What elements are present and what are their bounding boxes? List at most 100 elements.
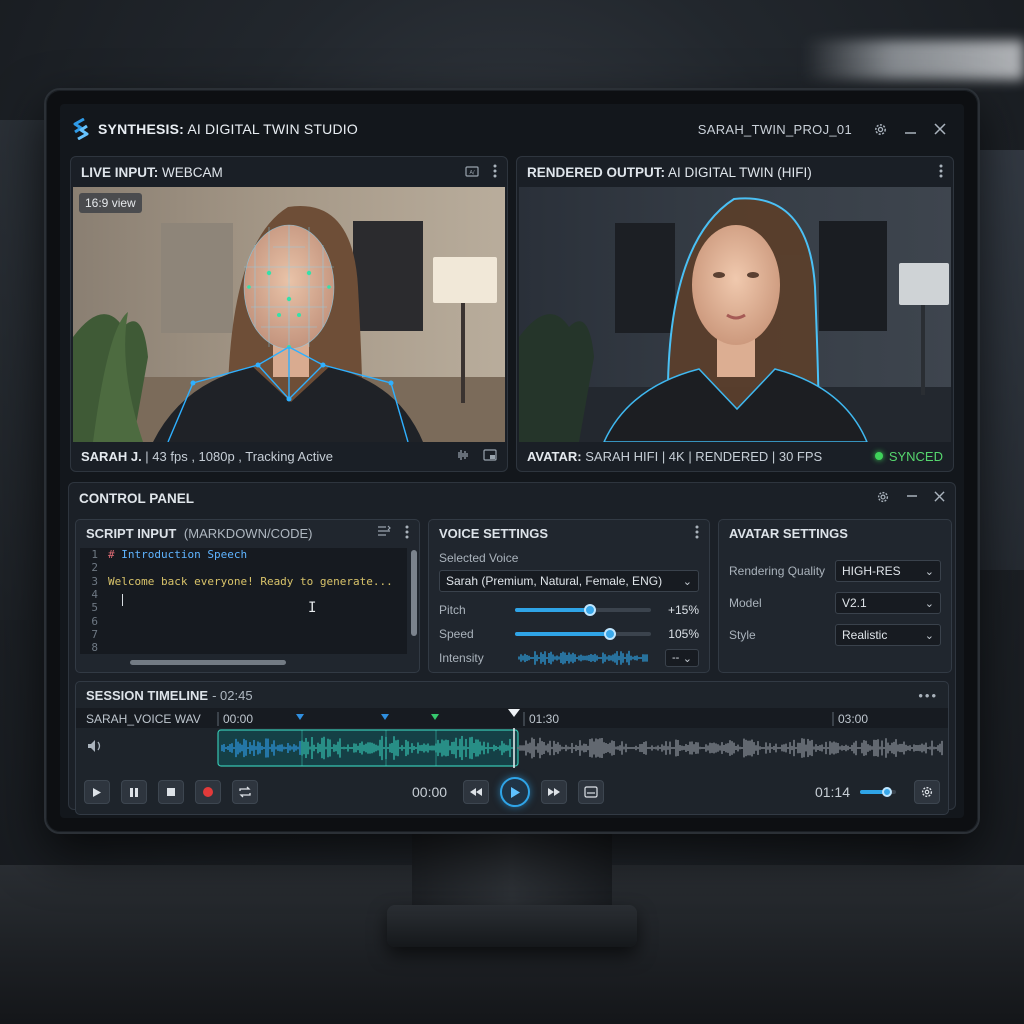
- style-value: Realistic: [842, 628, 888, 642]
- rewind-button[interactable]: [463, 780, 490, 804]
- more-options-icon[interactable]: [695, 525, 699, 542]
- line-number: 5: [91, 601, 98, 615]
- voice-settings-header: VOICE SETTINGS: [429, 520, 709, 546]
- script-editor[interactable]: 1 # Introduction Speech 2 3 Welcome back e…: [80, 548, 407, 654]
- close-icon[interactable]: [932, 121, 948, 137]
- view-mode-badge[interactable]: 16:9 view: [79, 193, 142, 213]
- transport-controls: 00:00 01:14: [76, 770, 948, 814]
- rendering-quality-label: Rendering Quality: [729, 564, 826, 578]
- pitch-slider-handle[interactable]: [583, 604, 596, 616]
- rendered-output-title: RENDERED OUTPUT: AI DIGITAL TWIN (HIFI): [527, 164, 812, 180]
- control-panel-header: CONTROL PANEL: [69, 483, 955, 513]
- stop-button[interactable]: [158, 780, 184, 804]
- vertical-scrollbar[interactable]: [411, 550, 417, 636]
- pitch-slider[interactable]: [515, 604, 651, 616]
- avatar-settings-title: AVATAR SETTINGS: [729, 525, 848, 541]
- waveform[interactable]: [76, 728, 946, 768]
- selected-voice-label: Selected Voice: [439, 551, 519, 565]
- markdown-hash: #: [108, 548, 122, 562]
- settings-gear-icon[interactable]: [876, 490, 890, 507]
- live-input-panel: LIVE INPUT: WEBCAM A/ 16:9 view SARAH J.…: [70, 156, 508, 472]
- timeline-ruler[interactable]: SARAH_VOICE WAV 00:00 01:30 03:00: [76, 708, 948, 728]
- rendered-output-footer: AVATAR: SARAH HIFI | 4K | RENDERED | 30 …: [517, 441, 953, 471]
- aspect-ratio-icon[interactable]: A/: [465, 165, 479, 180]
- rendering-quality-row: Rendering Quality HIGH-RES ⌄: [729, 560, 941, 582]
- control-panel: CONTROL PANEL SCRIPT INPUT (MARKDOWN/COD…: [68, 482, 956, 815]
- speed-row: Speed 105%: [439, 624, 699, 644]
- script-input-title: SCRIPT INPUT (MARKDOWN/CODE): [86, 525, 313, 541]
- volume-slider-handle[interactable]: [882, 787, 892, 797]
- picture-in-picture-icon[interactable]: [483, 448, 497, 464]
- more-options-icon[interactable]: [405, 525, 409, 542]
- volume-slider[interactable]: [860, 787, 896, 797]
- pitch-value: +15%: [667, 603, 699, 617]
- chevron-down-icon: ⌄: [924, 597, 934, 610]
- pause-button[interactable]: [121, 780, 147, 804]
- avatar-video: [519, 187, 951, 442]
- monitor-stand-base: [387, 905, 637, 947]
- control-panel-title: CONTROL PANEL: [79, 490, 195, 506]
- chevron-down-icon: ⌄: [682, 652, 692, 665]
- record-button[interactable]: [195, 780, 221, 804]
- chevron-down-icon: ⌄: [924, 629, 934, 642]
- status-dot-icon: [874, 452, 883, 460]
- voice-settings-title: VOICE SETTINGS: [439, 525, 549, 541]
- speed-slider[interactable]: [515, 628, 651, 640]
- script-text: Welcome back everyone! Ready to generate…: [108, 574, 393, 588]
- current-time-right: 01:14: [814, 784, 850, 800]
- more-horizontal-icon[interactable]: •••: [918, 688, 938, 703]
- more-options-icon[interactable]: [493, 164, 497, 181]
- minimize-icon[interactable]: [906, 490, 918, 507]
- close-icon[interactable]: [934, 490, 945, 507]
- timeline-duration: - 02:45: [212, 687, 253, 703]
- audio-track[interactable]: [76, 728, 948, 768]
- horizontal-scrollbar[interactable]: [130, 660, 286, 665]
- model-select[interactable]: V2.1 ⌄: [835, 592, 941, 614]
- subtitles-button[interactable]: [578, 780, 605, 804]
- loop-button[interactable]: [232, 780, 258, 804]
- background-ceiling-light: [804, 40, 1024, 80]
- more-options-icon[interactable]: [939, 164, 943, 181]
- main-play-button[interactable]: [500, 777, 531, 807]
- app-window: SYNTHESIS: AI DIGITAL TWIN STUDIO SARAH_…: [60, 104, 964, 818]
- background-wall: [0, 120, 45, 620]
- tick-label: 00:00: [223, 712, 254, 726]
- minimize-icon[interactable]: [902, 121, 918, 137]
- style-select[interactable]: Realistic ⌄: [835, 624, 941, 646]
- speed-slider-handle[interactable]: [604, 628, 617, 640]
- project-name: SARAH_TWIN_PROJ_01: [697, 121, 852, 137]
- line-number: 1: [91, 548, 98, 562]
- line-number: 3: [91, 574, 98, 588]
- voice-select-value: Sarah (Premium, Natural, Female, ENG): [446, 574, 663, 588]
- webcam-video: 16:9 view: [73, 187, 505, 442]
- pitch-slider-fill: [515, 608, 590, 612]
- live-input-header: LIVE INPUT: WEBCAM A/: [71, 157, 507, 187]
- line-number: 7: [91, 627, 98, 641]
- ruler-ticks: [217, 709, 834, 726]
- text-caret: [122, 594, 123, 606]
- model-label: Model: [729, 596, 762, 610]
- line-number: 4: [91, 588, 98, 602]
- app-title: SYNTHESIS: AI DIGITAL TWIN STUDIO: [98, 121, 358, 137]
- script-input-panel: SCRIPT INPUT (MARKDOWN/CODE) 1 # Introduc…: [75, 519, 420, 673]
- audio-wave-icon[interactable]: [455, 449, 471, 464]
- voice-select[interactable]: Sarah (Premium, Natural, Female, ENG) ⌄: [439, 570, 699, 592]
- timeline-title: SESSION TIMELINE: [86, 687, 209, 703]
- synthesis-logo-icon: [73, 118, 89, 140]
- settings-gear-icon[interactable]: [872, 121, 888, 137]
- intensity-select[interactable]: -- ⌄: [665, 649, 699, 667]
- svg-text:A/: A/: [469, 170, 474, 176]
- ibeam-cursor-icon: I: [308, 600, 317, 616]
- fast-forward-button[interactable]: [541, 780, 568, 804]
- pitch-row: Pitch +15%: [439, 600, 699, 620]
- rendering-quality-value: HIGH-RES: [842, 564, 901, 578]
- intensity-waveform[interactable]: [515, 649, 651, 667]
- rendering-quality-select[interactable]: HIGH-RES ⌄: [835, 560, 941, 582]
- synced-badge: SYNCED: [874, 449, 943, 464]
- play-button[interactable]: [84, 780, 110, 804]
- list-format-icon[interactable]: [377, 525, 391, 542]
- model-row: Model V2.1 ⌄: [729, 592, 941, 614]
- timeline-settings-button[interactable]: [914, 780, 940, 804]
- monitor: SYNTHESIS: AI DIGITAL TWIN STUDIO SARAH_…: [44, 88, 980, 834]
- rendered-output-panel: RENDERED OUTPUT: AI DIGITAL TWIN (HIFI): [516, 156, 954, 472]
